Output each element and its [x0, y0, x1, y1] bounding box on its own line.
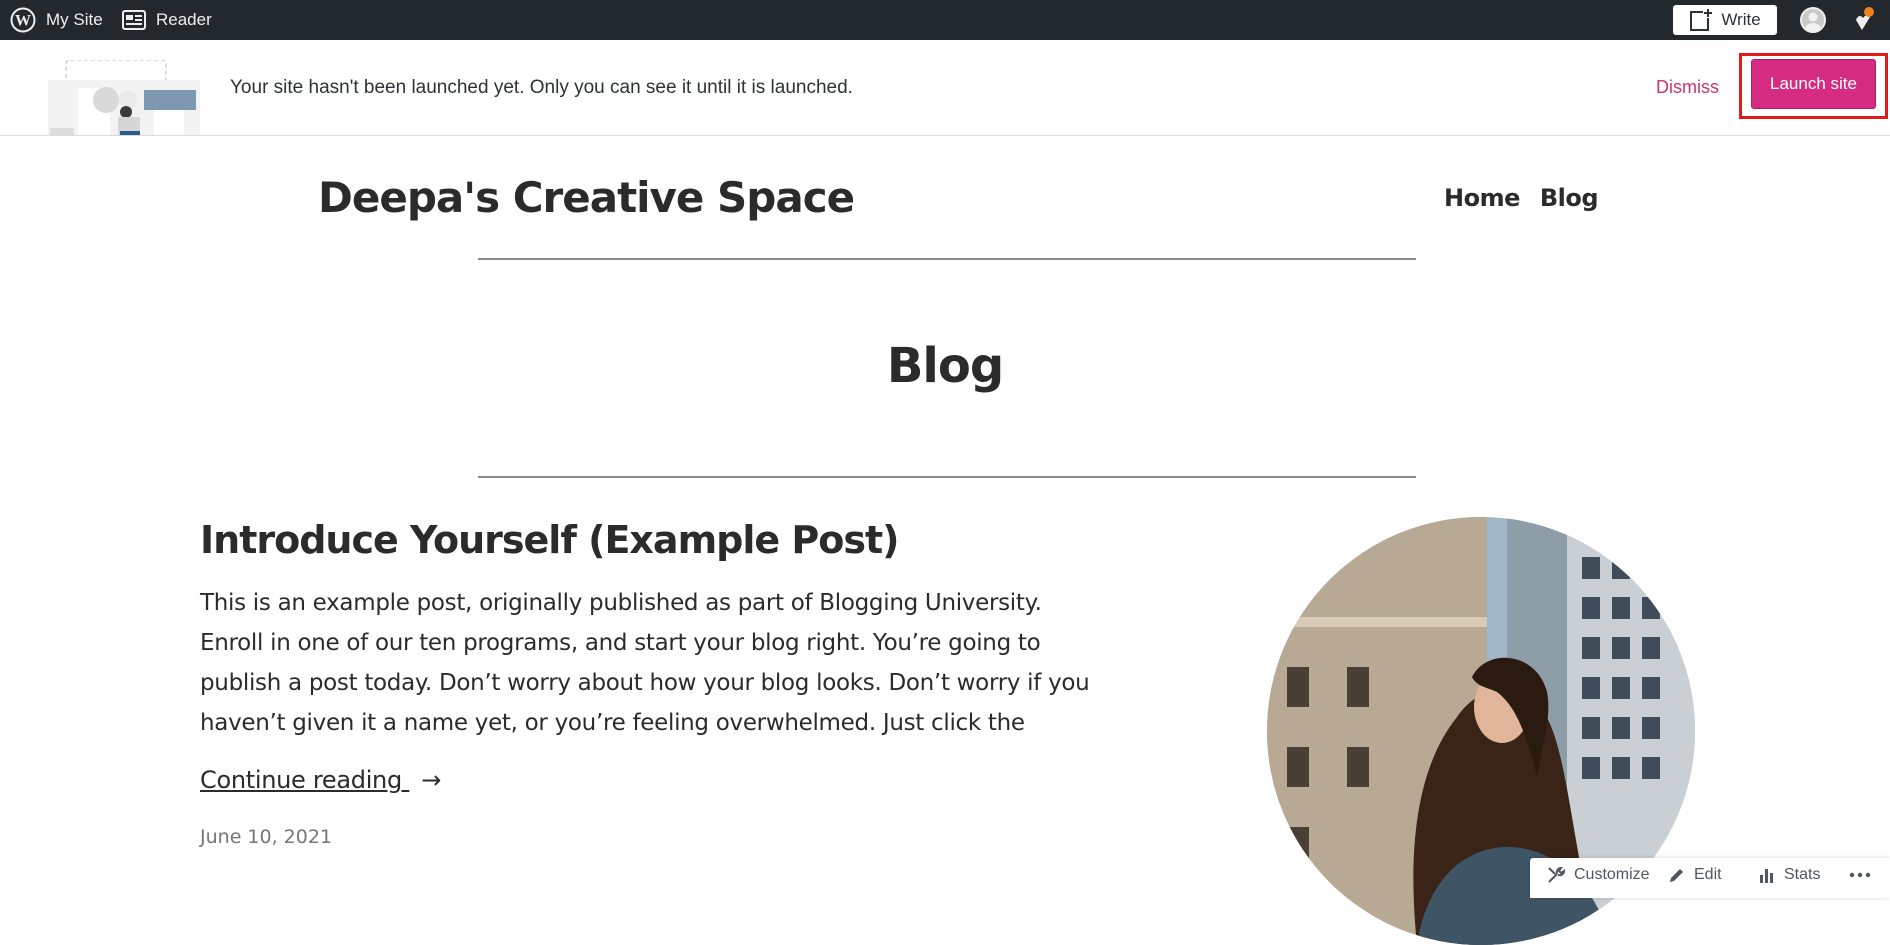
write-label: Write — [1721, 10, 1761, 29]
user-avatar[interactable] — [1800, 7, 1826, 33]
continue-reading-label: Continue reading — [200, 766, 410, 794]
edit-label: Edit — [1694, 865, 1722, 883]
pencil-icon — [1668, 866, 1686, 884]
nav-item-home[interactable]: Home — [1444, 184, 1520, 212]
dismiss-link[interactable]: Dismiss — [1656, 77, 1719, 98]
new-post-icon — [1689, 8, 1714, 32]
svg-text:W: W — [15, 13, 31, 30]
site-action-bar: Customize Edit Stats — [1530, 858, 1890, 898]
reader-label: Reader — [156, 10, 212, 29]
bell-icon — [1856, 7, 1874, 30]
stats-label: Stats — [1784, 865, 1821, 883]
admin-bar: W My Site Reader Write — [0, 0, 1890, 40]
reader-icon — [122, 10, 146, 30]
avatar-silhouette-icon — [1805, 12, 1821, 31]
launch-notice-text: Your site hasn't been launched yet. Only… — [230, 77, 853, 98]
wrench-icon — [1546, 865, 1566, 885]
wordpress-logo-icon: W — [10, 7, 36, 33]
post-date[interactable]: June 10, 2021 — [200, 826, 332, 848]
launch-site-button[interactable]: Launch site — [1751, 59, 1876, 109]
notifications-button[interactable] — [1848, 6, 1878, 36]
page-title: Blog — [886, 338, 1004, 394]
nav-item-blog[interactable]: Blog — [1540, 184, 1599, 212]
launch-banner: Your site hasn't been launched yet. Only… — [0, 40, 1890, 136]
customize-button[interactable]: Customize — [1546, 858, 1650, 891]
customize-label: Customize — [1574, 865, 1650, 883]
page-title-divider — [478, 476, 1416, 478]
write-button[interactable]: Write — [1673, 5, 1777, 35]
continue-reading-link[interactable]: Continue reading → — [200, 766, 441, 794]
my-site-button[interactable]: W My Site — [10, 0, 103, 40]
primary-navigation: Home Blog — [1444, 184, 1599, 212]
header-divider — [478, 258, 1416, 260]
post-title[interactable]: Introduce Yourself (Example Post) — [200, 518, 899, 562]
arrow-right-icon: → — [421, 766, 442, 794]
ellipsis-icon — [1848, 870, 1872, 880]
reader-button[interactable]: Reader — [122, 0, 212, 40]
my-site-label: My Site — [46, 10, 103, 29]
banner-illustration — [48, 59, 200, 135]
more-options-button[interactable] — [1848, 858, 1880, 891]
post-excerpt: This is an example post, originally publ… — [200, 590, 1090, 736]
stats-bar-chart-icon — [1758, 866, 1776, 884]
site-title[interactable]: Deepa's Creative Space — [318, 173, 855, 222]
stats-button[interactable]: Stats — [1758, 858, 1820, 891]
edit-button[interactable]: Edit — [1668, 858, 1722, 891]
